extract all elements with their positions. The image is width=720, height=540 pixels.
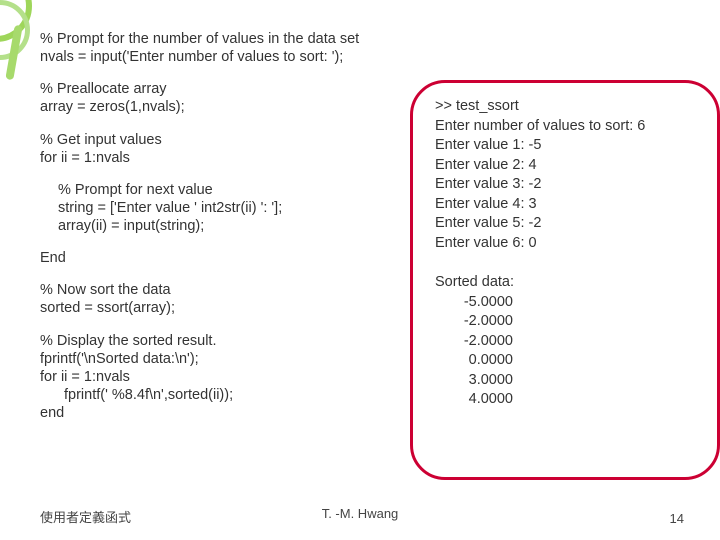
- code-line: for ii = 1:nvals: [40, 369, 130, 385]
- slide-footer: 使用者定義函式 T. -M. Hwang 14: [0, 506, 720, 526]
- code-line: for ii = 1:nvals: [40, 150, 130, 166]
- output-line: Enter value 2: 4: [435, 156, 699, 176]
- output-sorted-header: Sorted data:: [435, 273, 699, 293]
- output-sorted-value: 0.0000: [435, 351, 699, 371]
- output-sorted-value: -2.0000: [435, 332, 699, 352]
- code-line: nvals = input('Enter number of values to…: [40, 49, 343, 65]
- code-line: array = zeros(1,nvals);: [40, 99, 185, 115]
- page-number: 14: [670, 511, 684, 526]
- code-line: string = ['Enter value ' int2str(ii) ': …: [58, 200, 282, 216]
- output-line: Enter value 6: 0: [435, 234, 699, 254]
- code-line: % Display the sorted result.: [40, 333, 217, 349]
- output-sorted-value: -5.0000: [435, 293, 699, 313]
- code-listing: % Prompt for the number of values in the…: [40, 30, 420, 436]
- footer-author: T. -M. Hwang: [0, 506, 720, 521]
- code-line: sorted = ssort(array);: [40, 300, 175, 316]
- output-line: Enter value 3: -2: [435, 175, 699, 195]
- output-line: Enter value 5: -2: [435, 214, 699, 234]
- output-line: Enter value 4: 3: [435, 195, 699, 215]
- code-line: end: [40, 405, 64, 421]
- output-line: >> test_ssort: [435, 97, 699, 117]
- output-sorted-value: 4.0000: [435, 390, 699, 410]
- code-line: % Get input values: [40, 132, 162, 148]
- code-line: fprintf(' %8.4f\n',sorted(ii));: [40, 387, 233, 403]
- code-line: % Now sort the data: [40, 282, 171, 298]
- code-line: End: [40, 250, 66, 266]
- code-line: fprintf('\nSorted data:\n');: [40, 351, 199, 367]
- code-line: % Prompt for the number of values in the…: [40, 31, 359, 47]
- code-line: % Prompt for next value: [58, 182, 213, 198]
- output-sorted-value: 3.0000: [435, 371, 699, 391]
- code-line: % Preallocate array: [40, 81, 167, 97]
- output-box: >> test_ssort Enter number of values to …: [410, 80, 720, 480]
- output-sorted-value: -2.0000: [435, 312, 699, 332]
- code-line: array(ii) = input(string);: [58, 218, 204, 234]
- output-line: Enter value 1: -5: [435, 136, 699, 156]
- output-line: Enter number of values to sort: 6: [435, 117, 699, 137]
- slide-body: % Prompt for the number of values in the…: [40, 30, 690, 500]
